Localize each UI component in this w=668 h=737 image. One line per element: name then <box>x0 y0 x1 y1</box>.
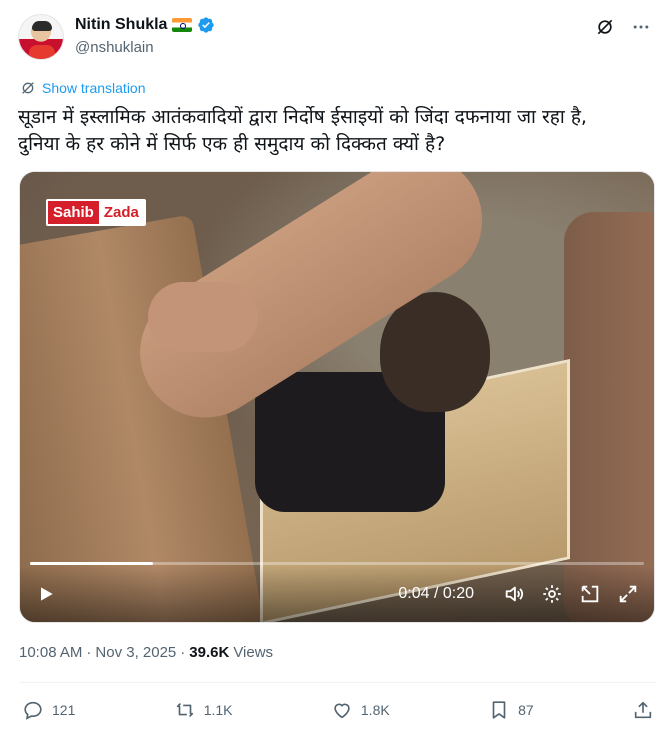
reply-icon <box>24 701 42 720</box>
verified-badge-icon[interactable] <box>197 16 215 34</box>
video-frame-hand <box>148 282 258 352</box>
share-button[interactable] <box>632 699 654 721</box>
tweet-time[interactable]: 10:08 AM <box>19 644 82 661</box>
bookmark-icon <box>492 701 506 719</box>
video-progress-bar[interactable] <box>30 562 644 565</box>
avatar-hair <box>32 21 52 31</box>
video-progress-fill <box>30 562 153 565</box>
watermark-part2: Zada <box>98 201 144 224</box>
meta-separator: · <box>86 644 92 661</box>
bookmark-count: 87 <box>518 702 534 718</box>
tweet-text: सूडान में इस्लामिक आतंकवादियों द्वारा नि… <box>18 104 648 158</box>
tweet-text-line: सूडान में इस्लामिक आतंकवादियों द्वारा नि… <box>18 106 587 128</box>
header-actions <box>594 16 652 38</box>
reply-button[interactable]: 121 <box>22 699 75 721</box>
meta-separator: · <box>180 644 186 661</box>
repost-icon <box>176 702 193 718</box>
tweet-meta: 10:08 AM · Nov 3, 2025 · 39.6K Views <box>19 644 273 661</box>
india-flag-icon <box>172 18 193 32</box>
avatar-scarf <box>29 45 55 59</box>
divider <box>19 682 656 683</box>
channel-watermark: Sahib Zada <box>46 199 146 226</box>
tweet-header: Nitin Shukla @nshuklain <box>18 14 652 62</box>
author-name-row: Nitin Shukla <box>75 16 215 34</box>
video-controls: 0:04 / 0:20 <box>20 566 654 622</box>
grok-icon[interactable] <box>594 16 616 38</box>
author-avatar[interactable] <box>18 14 64 60</box>
settings-gear-icon[interactable] <box>540 582 564 606</box>
translate-icon <box>22 82 34 94</box>
tweet-date[interactable]: Nov 3, 2025 <box>95 644 176 661</box>
author-handle[interactable]: @nshuklain <box>75 39 154 56</box>
volume-icon[interactable] <box>502 582 526 606</box>
views-label: Views <box>233 644 274 661</box>
reply-count: 121 <box>52 702 76 718</box>
video-frame-person <box>380 292 490 412</box>
video-player[interactable]: Sahib Zada 0:04 / 0:20 <box>19 171 655 623</box>
bookmark-button[interactable]: 87 <box>488 699 534 721</box>
show-translation-label: Show translation <box>42 80 146 96</box>
like-count: 1.8K <box>360 702 390 718</box>
show-translation-link[interactable]: Show translation <box>20 80 146 96</box>
picture-in-picture-icon[interactable] <box>578 582 602 606</box>
video-timecode: 0:04 / 0:20 <box>398 585 474 602</box>
more-options-icon[interactable] <box>630 16 652 38</box>
repost-count: 1.1K <box>203 702 233 718</box>
tweet-action-bar: 121 1.1K 1.8K 87 <box>22 697 654 723</box>
like-button[interactable]: 1.8K <box>331 699 390 721</box>
views-count: 39.6K <box>189 644 230 661</box>
repost-button[interactable]: 1.1K <box>174 699 233 721</box>
fullscreen-icon[interactable] <box>616 582 640 606</box>
share-icon <box>634 701 652 719</box>
play-icon[interactable] <box>34 582 58 606</box>
author-display-name[interactable]: Nitin Shukla <box>75 16 167 34</box>
watermark-part1: Sahib <box>48 201 99 224</box>
tweet-text-line: दुनिया के हर कोने में सिर्फ एक ही समुदाय… <box>18 133 446 155</box>
heart-icon <box>334 703 350 719</box>
